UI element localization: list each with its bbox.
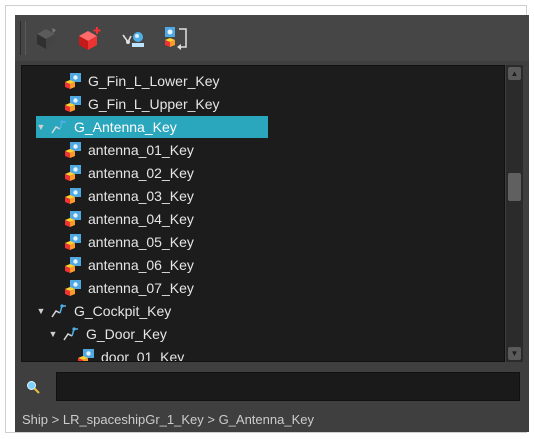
node-label: antenna_07_Key xyxy=(88,280,194,296)
scroll-up-arrow-icon[interactable]: ▲ xyxy=(508,67,521,80)
tree-node-row[interactable]: antenna_07_Key xyxy=(64,277,194,299)
peg-link-icon xyxy=(122,32,144,47)
breadcrumb: Ship > LR_spaceshipGr_1_Key > G_Antenna_… xyxy=(22,412,314,427)
node-label: antenna_04_Key xyxy=(88,211,194,227)
tree-node-row[interactable]: G_Fin_L_Lower_Key xyxy=(64,70,220,92)
node-swap-button[interactable] xyxy=(161,24,191,54)
node-label: G_Antenna_Key xyxy=(74,119,177,135)
tree-group-row[interactable]: ▼ G_Cockpit_Key xyxy=(36,300,172,322)
drawing-node-icon xyxy=(65,188,81,204)
toolbar-grip[interactable] xyxy=(20,21,26,55)
drawing-node-icon xyxy=(65,257,81,273)
group-node-icon xyxy=(63,327,78,341)
drawing-node-icon xyxy=(65,211,81,227)
tree-node-row[interactable]: antenna_02_Key xyxy=(64,162,194,184)
node-label: G_Door_Key xyxy=(86,326,167,342)
node-label: antenna_05_Key xyxy=(88,234,194,250)
tree-node-row[interactable]: antenna_01_Key xyxy=(64,139,194,161)
tree-group-row[interactable]: ▼ G_Door_Key xyxy=(48,323,167,345)
expand-arrow-icon[interactable]: ▼ xyxy=(36,306,46,316)
node-label: antenna_01_Key xyxy=(88,142,194,158)
tree-node-row[interactable]: door_01_Key xyxy=(77,346,185,362)
search-icon xyxy=(27,381,40,394)
toolbar xyxy=(15,15,529,61)
drawing-node-icon xyxy=(65,96,81,112)
cube-button[interactable] xyxy=(31,24,61,54)
tree-node-row[interactable]: G_Fin_L_Upper_Key xyxy=(64,93,220,115)
node-label: antenna_03_Key xyxy=(88,188,194,204)
node-label: door_01_Key xyxy=(101,349,185,362)
add-cube-button[interactable] xyxy=(75,24,105,54)
node-library-panel: G_Fin_L_Lower_Key G_Fin_L_Upper_Key ▼ G_Ant… xyxy=(15,15,529,432)
expand-arrow-icon[interactable]: ▼ xyxy=(36,122,46,132)
node-swap-icon xyxy=(165,27,187,50)
drawing-node-icon xyxy=(65,165,81,181)
tree-group-row[interactable]: ▼ G_Antenna_Key xyxy=(36,116,268,138)
drawing-node-icon xyxy=(65,73,81,89)
search-row xyxy=(15,367,529,407)
node-label: antenna_02_Key xyxy=(88,165,194,181)
peg-link-button[interactable] xyxy=(119,24,149,54)
cube-icon xyxy=(37,28,56,49)
tree-node-row[interactable]: antenna_04_Key xyxy=(64,208,194,230)
scroll-down-arrow-icon[interactable]: ▼ xyxy=(508,347,521,360)
group-node-icon xyxy=(51,120,66,134)
expand-arrow-icon[interactable]: ▼ xyxy=(48,329,58,339)
group-node-icon xyxy=(51,304,66,318)
drawing-node-icon xyxy=(78,349,94,361)
search-input[interactable] xyxy=(56,372,520,401)
node-label: G_Fin_L_Upper_Key xyxy=(88,96,220,112)
scroll-thumb[interactable] xyxy=(508,173,521,201)
drawing-node-icon xyxy=(65,234,81,250)
tree-node-row[interactable]: antenna_03_Key xyxy=(64,185,194,207)
tree-node-row[interactable]: antenna_05_Key xyxy=(64,231,194,253)
drawing-node-icon xyxy=(65,142,81,158)
tree-scrollbar[interactable]: ▲ ▼ xyxy=(506,65,523,362)
node-tree[interactable]: G_Fin_L_Lower_Key G_Fin_L_Upper_Key ▼ G_Ant… xyxy=(21,65,505,362)
node-label: antenna_06_Key xyxy=(88,257,194,273)
add-red-cube-icon xyxy=(79,27,101,50)
drawing-node-icon xyxy=(65,280,81,296)
node-label: G_Cockpit_Key xyxy=(74,303,172,319)
node-label: G_Fin_L_Lower_Key xyxy=(88,73,220,89)
tree-node-row[interactable]: antenna_06_Key xyxy=(64,254,194,276)
